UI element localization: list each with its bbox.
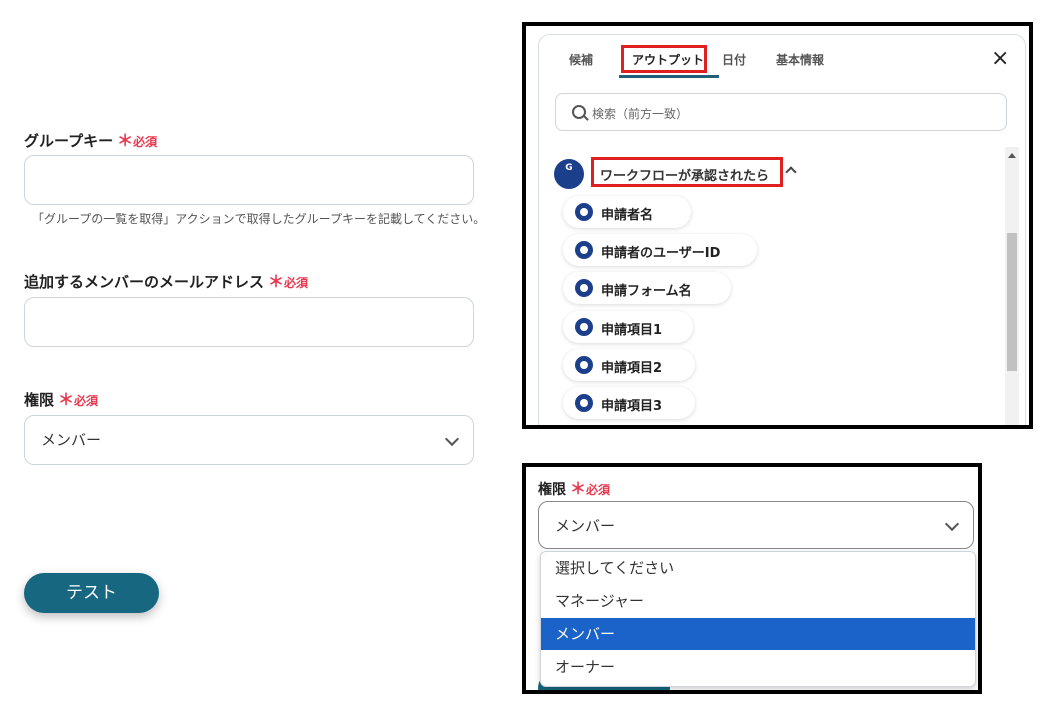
required-text: 必須 (74, 394, 99, 408)
garoon-item-icon (575, 318, 593, 336)
role-options-list[interactable]: 選択してください マネージャー メンバー オーナー (540, 551, 976, 687)
group-key-label: グループキー ＊必須 (24, 127, 157, 151)
output-item[interactable]: 申請者のユーザーID (563, 234, 757, 266)
garoon-item-icon (575, 241, 593, 259)
role-dropdown-panel: 権限 ＊必須 メンバー 選択してください マネージャー メンバー オーナー (522, 463, 982, 694)
role-label: 権限 ＊必須 (24, 386, 98, 410)
garoon-item-icon (575, 203, 593, 221)
search-input[interactable]: 検索（前方一致） (555, 93, 1007, 131)
required-text: 必須 (133, 135, 158, 149)
output-item-label: 申請者名 (601, 208, 654, 223)
member-email-input[interactable] (24, 297, 474, 347)
required-asterisk: ＊ (268, 272, 285, 291)
output-item-label: 申請フォーム名 (601, 284, 692, 299)
test-button[interactable]: テスト (24, 573, 159, 613)
required-marker: ＊必須 (570, 479, 611, 498)
output-item[interactable]: 申請項目1 (563, 311, 693, 343)
required-text: 必須 (284, 276, 309, 290)
member-email-label-text: 追加するメンバーのメールアドレス (24, 273, 265, 291)
required-marker: ＊必須 (58, 390, 99, 409)
output-item-label: 申請項目3 (601, 399, 663, 414)
role-select[interactable]: メンバー (24, 415, 474, 465)
role-option[interactable]: オーナー (541, 651, 975, 683)
group-title-highlight[interactable]: ワークフローが承認されたら (591, 157, 783, 187)
chevron-down-icon (444, 431, 460, 447)
garoon-app-icon (554, 159, 584, 189)
output-item[interactable]: 申請項目2 (563, 349, 695, 381)
required-asterisk: ＊ (117, 131, 134, 150)
scroll-up-arrow-icon[interactable] (1008, 153, 1016, 158)
output-item[interactable]: 申請項目3 (563, 387, 695, 419)
required-text: 必須 (586, 483, 611, 497)
close-icon[interactable]: × (991, 48, 1009, 70)
chevron-down-icon (944, 516, 960, 532)
role-option[interactable]: 選択してください (541, 552, 975, 584)
role-select[interactable]: メンバー (538, 501, 974, 549)
tab-active-underline (619, 75, 719, 78)
required-asterisk: ＊ (58, 390, 75, 409)
garoon-item-icon (575, 394, 593, 412)
search-placeholder: 検索（前方一致） (592, 107, 689, 121)
output-item[interactable]: 申請フォーム名 (563, 272, 731, 304)
tab-date[interactable]: 日付 (722, 51, 746, 68)
output-item[interactable]: 申請者名 (563, 196, 691, 228)
required-marker: ＊必須 (268, 272, 309, 291)
role-label-text: 権限 (538, 482, 566, 498)
chevron-up-icon[interactable] (785, 166, 797, 178)
output-item-label: 申請項目1 (601, 323, 663, 338)
search-icon (572, 105, 586, 119)
output-item-label: 申請項目2 (601, 361, 663, 376)
output-picker-panel: 候補 アウトプット 日付 基本情報 × 検索（前方一致） ワークフローが承認され… (522, 22, 1033, 429)
required-marker: ＊必須 (117, 131, 158, 150)
tab-output-highlight (621, 45, 707, 73)
role-select-value: メンバー (41, 431, 102, 449)
role-label-text: 権限 (24, 391, 55, 409)
group-key-input[interactable] (24, 155, 474, 205)
group-title: ワークフローが承認されたら (600, 169, 770, 184)
group-key-help: 「グループの一覧を取得」アクションで取得したグループキーを記載してください。 (32, 212, 486, 226)
scrollbar-thumb[interactable] (1007, 233, 1017, 371)
output-picker-dialog: 候補 アウトプット 日付 基本情報 × 検索（前方一致） ワークフローが承認され… (538, 34, 1026, 425)
group-key-label-text: グループキー (24, 132, 114, 150)
role-option[interactable]: マネージャー (541, 585, 975, 617)
garoon-item-icon (575, 356, 593, 374)
garoon-item-icon (575, 279, 593, 297)
role-option-selected[interactable]: メンバー (541, 618, 975, 650)
role-select-value: メンバー (555, 517, 616, 535)
tab-candidates[interactable]: 候補 (569, 51, 593, 68)
member-email-label: 追加するメンバーのメールアドレス ＊必須 (24, 268, 308, 292)
tab-basic-info[interactable]: 基本情報 (776, 51, 824, 68)
role-label: 権限 ＊必須 (538, 475, 610, 499)
required-asterisk: ＊ (570, 479, 587, 498)
scrollbar[interactable] (1005, 147, 1019, 425)
output-item-label: 申請者のユーザーID (601, 246, 721, 261)
